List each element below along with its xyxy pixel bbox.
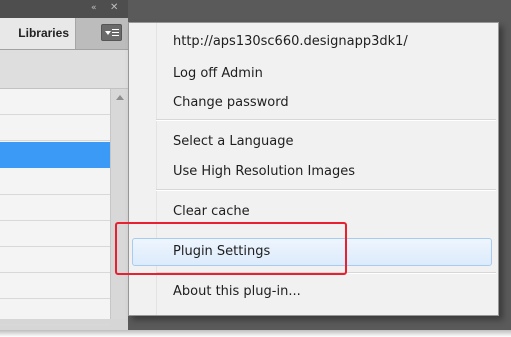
menu-item-high-resolution[interactable]: Use High Resolution Images [173,162,355,182]
list-item[interactable] [0,273,110,299]
dropdown-arrow-icon [105,31,111,35]
page-shadow [0,330,511,337]
library-list [0,89,110,325]
menu-item-clear-cache[interactable]: Clear cache [173,202,250,222]
annotation-highlight-box [115,222,347,275]
collapse-icon[interactable]: « [91,3,97,13]
list-item[interactable] [0,247,110,273]
list-item[interactable] [0,299,110,325]
list-item[interactable] [0,115,110,141]
menu-item-select-language[interactable]: Select a Language [173,132,294,152]
menu-item-change-password[interactable]: Change password [173,93,289,113]
tab-libraries[interactable]: Libraries [0,18,76,49]
menu-item-about-plugin[interactable]: About this plug-in... [173,282,301,302]
scroll-up-arrow-icon[interactable] [116,95,124,100]
menu-separator [156,189,496,191]
menu-item-server-url[interactable]: http://aps130sc660.designapp3dk1/ [173,32,408,52]
list-item[interactable] [0,221,110,247]
list-item-selected[interactable] [0,142,110,168]
list-item[interactable] [0,195,110,221]
menu-separator [156,119,496,121]
list-item[interactable] [0,169,110,195]
close-icon[interactable]: ✕ [110,3,118,13]
panel-menu-icon[interactable] [101,24,122,41]
scrollbar[interactable] [110,89,128,319]
panel-header-bar: « ✕ [0,0,128,18]
menu-lines-icon [112,29,119,30]
panel-toolbar [0,50,128,89]
menu-item-log-off[interactable]: Log off Admin [173,64,263,84]
panel-tabbar: Libraries [0,18,128,50]
list-item[interactable] [0,89,110,115]
libraries-panel: « ✕ Libraries [0,0,128,330]
